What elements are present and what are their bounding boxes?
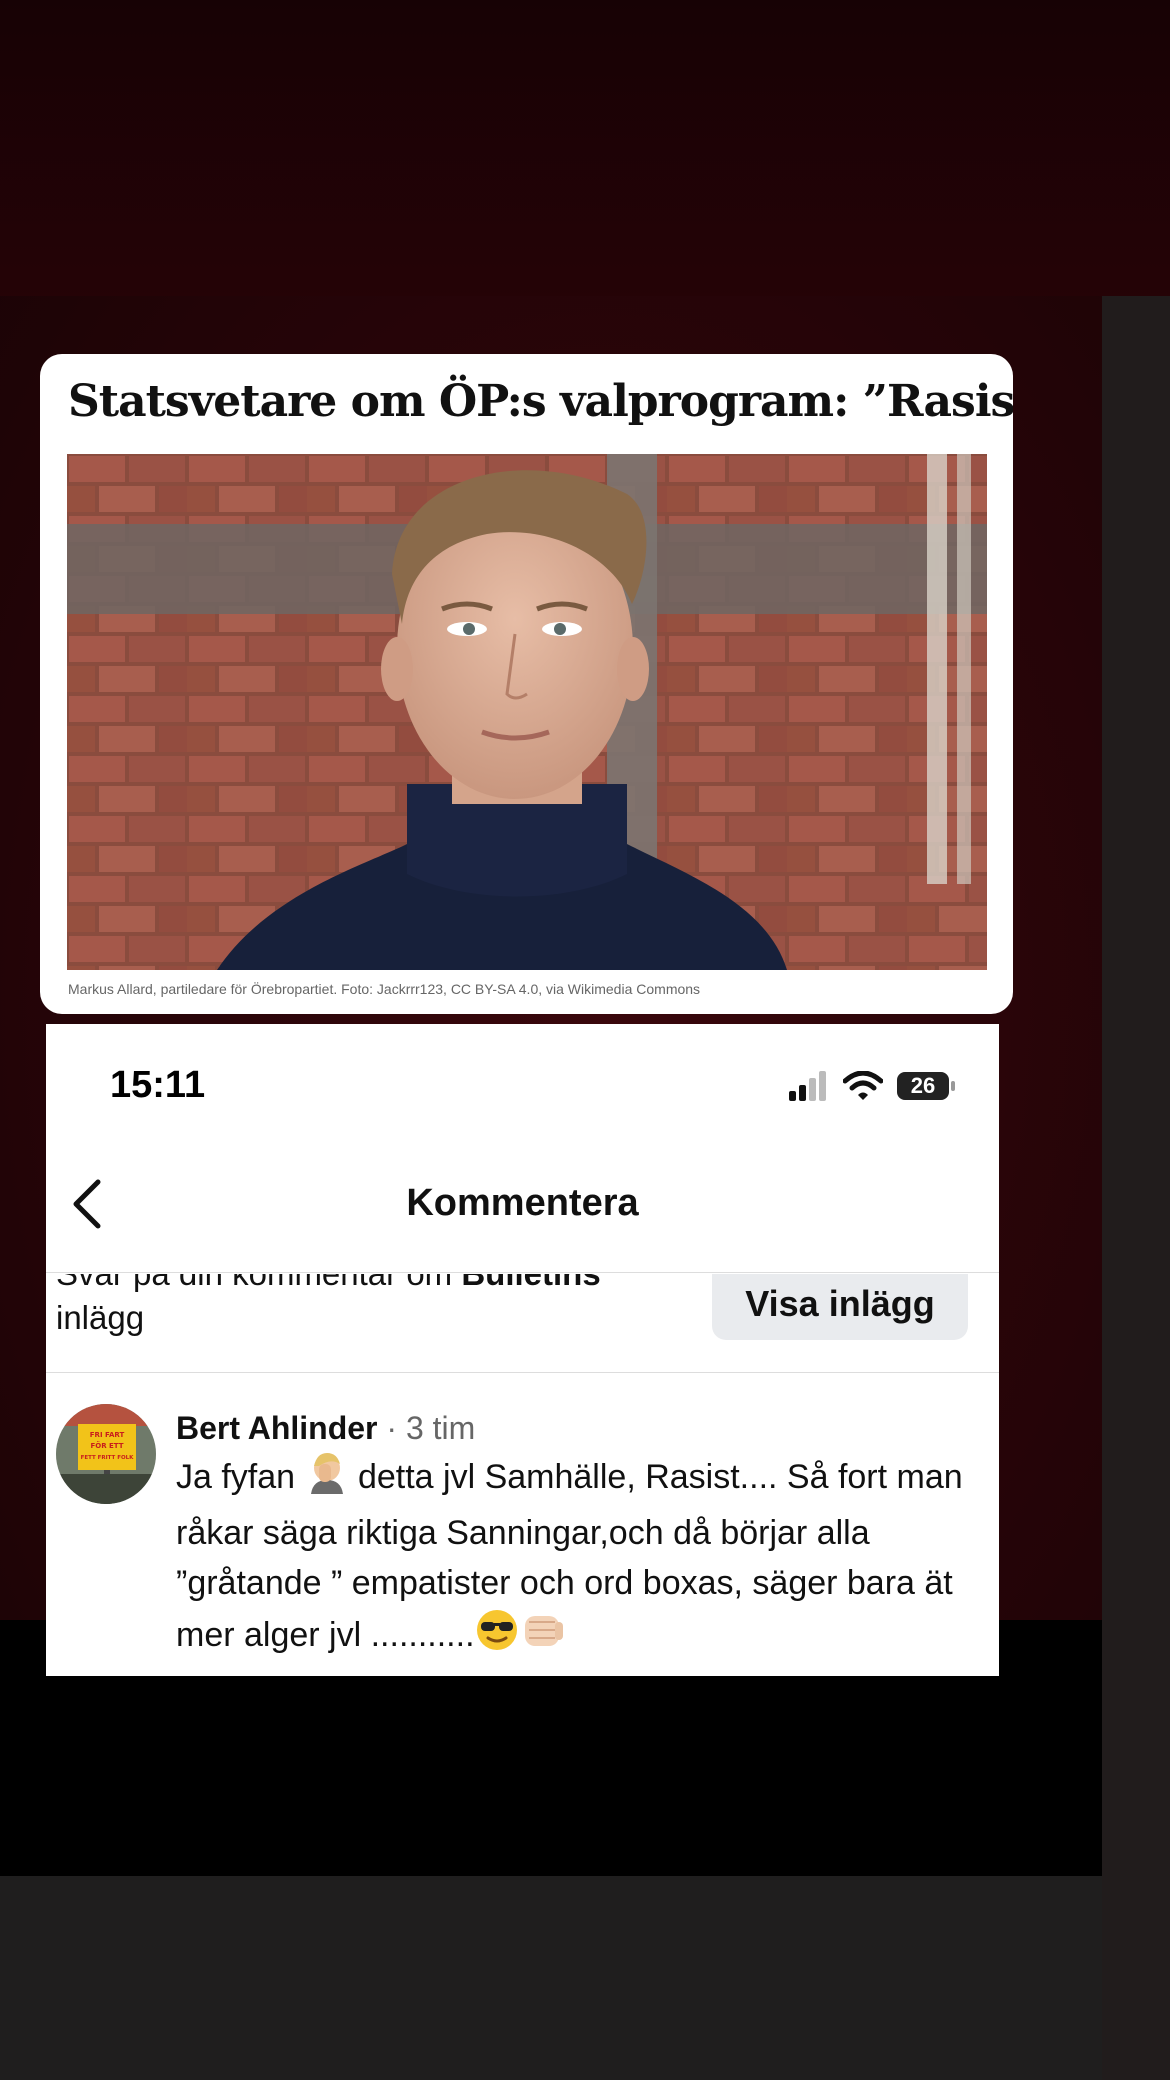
avatar-sign-line-1: FRI FART: [90, 1431, 125, 1439]
battery-level: 26: [910, 1073, 936, 1098]
page-title: Kommentera: [406, 1182, 639, 1224]
battery-icon: 26: [897, 1072, 949, 1100]
status-time: 15:11: [110, 1064, 206, 1106]
article-photo: [67, 454, 987, 970]
background-top: [0, 0, 1170, 300]
header-divider: [46, 1272, 999, 1273]
context-row: Svar på din kommentar om Bulletins inläg…: [46, 1274, 999, 1394]
divider: [46, 1372, 999, 1373]
fist-bump-emoji-icon: [519, 1608, 567, 1666]
comment-author[interactable]: Bert Ahlinder: [176, 1410, 378, 1446]
wifi-icon: [843, 1071, 883, 1100]
view-post-button[interactable]: Visa inlägg: [712, 1274, 968, 1340]
sunglasses-emoji-icon: [475, 1608, 519, 1666]
context-text: Svar på din kommentar om Bulletins inläg…: [56, 1274, 601, 1336]
comment-meta: Bert Ahlinder · 3 tim: [176, 1410, 475, 1447]
photo-caption: Markus Allard, partiledare för Örebropar…: [68, 981, 701, 997]
comment-time-separator: ·: [377, 1410, 406, 1446]
status-icons: 26: [789, 1068, 955, 1104]
portrait-image: [67, 454, 987, 970]
avatar[interactable]: FRI FART FÖR ETT FETT FRITT FOLK: [56, 1404, 156, 1504]
avatar-sign-line-2: FÖR ETT: [90, 1441, 123, 1450]
phone-screenshot: 15:11 26 Kommentera Svar på din kommenta…: [46, 1024, 999, 1676]
battery-tip: [951, 1081, 955, 1091]
article-headline: Statsvetare om ÖP:s valprogram: ”Rasism”: [68, 376, 1013, 427]
avatar-sign-line-3: FETT FRITT FOLK: [81, 1455, 135, 1461]
facepalm-emoji-icon: [305, 1450, 349, 1508]
signal-icon: [789, 1071, 826, 1101]
article-card[interactable]: Statsvetare om ÖP:s valprogram: ”Rasism”: [40, 354, 1013, 1014]
comment-time: 3 tim: [405, 1410, 476, 1446]
comment-text: Ja fyfan detta jvl Samhälle, Rasist.... …: [176, 1450, 986, 1666]
side-strip: [1102, 296, 1170, 2080]
